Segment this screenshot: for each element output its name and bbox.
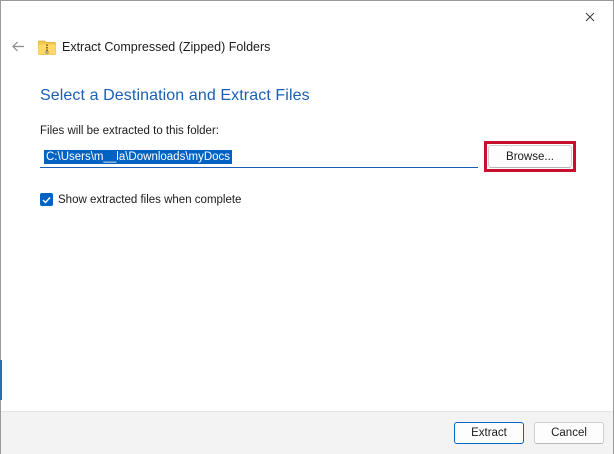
browse-button[interactable]: Browse... [488,145,572,168]
zip-folder-icon [38,40,56,55]
dialog-title: Extract Compressed (Zipped) Folders [38,38,270,56]
destination-label: Files will be extracted to this folder: [40,125,219,137]
destination-path-input[interactable]: C:\Users\m__la\Downloads\myDocs [40,146,478,168]
close-icon [585,12,595,22]
cancel-button[interactable]: Cancel [534,422,604,444]
window-edge-accent [0,360,2,400]
destination-path-text: C:\Users\m__la\Downloads\myDocs [44,149,233,164]
back-button[interactable] [9,38,27,54]
dialog-title-text: Extract Compressed (Zipped) Folders [62,40,271,54]
show-files-option[interactable]: Show extracted files when complete [40,193,241,206]
extract-dialog: Extract Compressed (Zipped) Folders Sele… [0,0,614,454]
show-files-checkbox[interactable] [40,193,53,206]
page-heading: Select a Destination and Extract Files [40,87,310,104]
extract-button[interactable]: Extract [454,422,524,444]
back-arrow-icon [11,41,24,51]
checkmark-icon [42,196,51,204]
close-button[interactable] [579,7,601,27]
show-files-label: Show extracted files when complete [58,193,242,206]
dialog-footer: Extract Cancel [1,411,613,454]
